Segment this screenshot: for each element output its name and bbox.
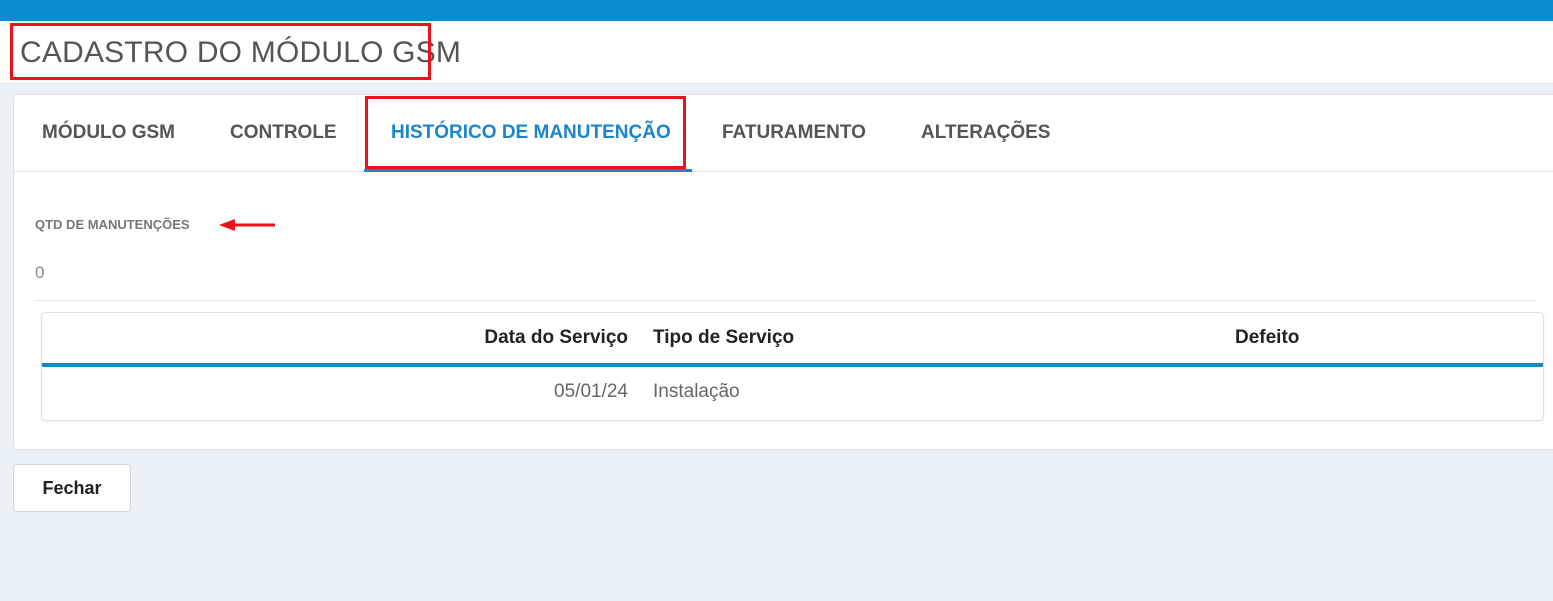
tab-alteracoes[interactable]: ALTERAÇÕES [921, 95, 1050, 172]
tab-controle[interactable]: CONTROLE [230, 95, 337, 172]
column-header-date[interactable]: Data do Serviço [484, 327, 628, 349]
close-button[interactable]: Fechar [13, 464, 131, 512]
tab-historico-de-manutencao[interactable]: HISTÓRICO DE MANUTENÇÃO [391, 95, 671, 172]
field-divider [35, 300, 1537, 301]
page-title: CADASTRO DO MÓDULO GSM [20, 36, 462, 69]
tab-bar: MÓDULO GSM CONTROLE HISTÓRICO DE MANUTEN… [14, 95, 1553, 172]
table-cell-date: 05/01/24 [554, 381, 628, 402]
main-panel: MÓDULO GSM CONTROLE HISTÓRICO DE MANUTEN… [13, 94, 1553, 450]
table-cell-service-type: Instalação [653, 381, 740, 402]
table-header-divider [42, 363, 1543, 367]
maintenance-count-value: 0 [35, 263, 45, 282]
column-header-service-type[interactable]: Tipo de Serviço [653, 327, 794, 349]
tab-modulo-gsm[interactable]: MÓDULO GSM [42, 95, 175, 172]
column-header-defect[interactable]: Defeito [1235, 327, 1299, 349]
arrow-left-icon [219, 219, 275, 231]
tab-faturamento[interactable]: FATURAMENTO [722, 95, 866, 172]
top-bar [0, 0, 1553, 21]
maintenance-count-label: QTD DE MANUTENÇÕES [35, 217, 190, 232]
maintenance-table: Data do Serviço Tipo de Serviço Defeito … [41, 312, 1544, 421]
active-tab-indicator [364, 169, 692, 172]
page-header: CADASTRO DO MÓDULO GSM [0, 21, 1553, 84]
